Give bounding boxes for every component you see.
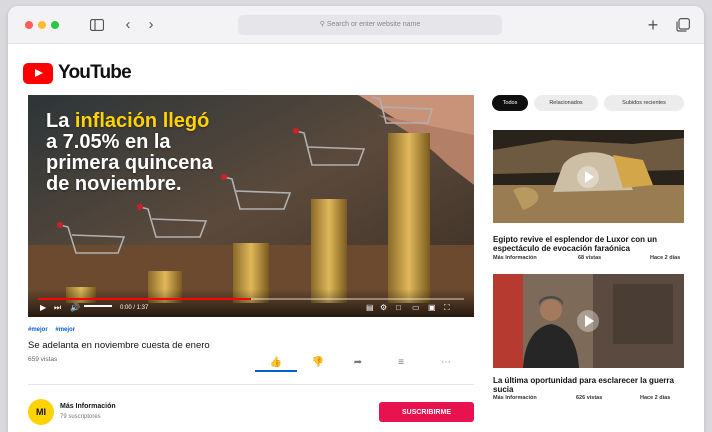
youtube-logo[interactable]: YouTube	[23, 62, 132, 84]
share-icon[interactable]: ➦	[348, 356, 368, 370]
maximize-window-button[interactable]	[51, 21, 59, 29]
back-button[interactable]: ‹	[119, 16, 137, 34]
related-video-age: Hace 2 días	[650, 255, 681, 261]
related-video-thumbnail[interactable]	[493, 130, 684, 223]
like-icon[interactable]: 👍	[266, 356, 286, 370]
cast-icon[interactable]: ▣	[428, 303, 436, 313]
play-icon[interactable]: ▶	[40, 303, 46, 313]
theater-icon[interactable]: ▭	[412, 303, 420, 313]
close-window-button[interactable]	[25, 21, 33, 29]
video-views: 659 vistas	[28, 356, 58, 363]
headline-highlight: inflación llegó	[74, 110, 210, 132]
headline-line: a 7.05% en la	[46, 131, 171, 153]
chip-recent-uploads[interactable]: Subidos recientes	[604, 95, 684, 111]
player-controls: ▶ ⏭ 🔊 0:00 / 1:37 ▤ ⚙ □ ▭ ▣ ⛶	[28, 289, 474, 317]
related-video-channel: Más Información	[493, 255, 537, 261]
miniplayer-icon[interactable]: □	[396, 303, 401, 313]
more-actions-icon[interactable]: ⋯	[436, 356, 456, 370]
related-video-channel: Más Información	[493, 395, 537, 401]
browser-window: ‹ › ⚲ Search or enter website name + You…	[8, 6, 704, 432]
video-hashtags: #mejor #mejor	[28, 327, 81, 333]
forward-button[interactable]: ›	[142, 16, 160, 34]
browser-toolbar: ‹ › ⚲ Search or enter website name +	[8, 6, 704, 44]
subscribe-button[interactable]: SUSCRIBIRME	[379, 402, 474, 422]
progress-played	[38, 298, 251, 300]
captions-icon[interactable]: ▤	[366, 303, 374, 313]
youtube-play-icon	[23, 62, 53, 84]
channel-subscribers: 79 suscriptores	[60, 414, 101, 420]
active-action-indicator	[255, 370, 297, 372]
related-video-views: 626 vistas	[576, 395, 603, 401]
related-video-title[interactable]: La última oportunidad para esclarecer la…	[493, 376, 688, 394]
headline-line: primera quincena	[46, 152, 213, 174]
volume-icon[interactable]: 🔊	[70, 303, 80, 313]
chip-related[interactable]: Relacionados	[534, 95, 598, 111]
tab-overview-icon[interactable]	[674, 16, 692, 34]
play-icon[interactable]	[577, 310, 599, 332]
fullscreen-icon[interactable]: ⛶	[444, 303, 450, 313]
related-video-age: Hace 2 días	[640, 395, 671, 401]
channel-avatar[interactable]: MI	[28, 399, 54, 425]
sidebar-toggle-icon[interactable]	[88, 16, 106, 34]
volume-slider[interactable]	[84, 305, 112, 307]
time-display: 0:00 / 1:37	[120, 305, 149, 311]
related-video-views: 68 vistas	[578, 255, 602, 261]
dislike-icon[interactable]: 👎	[308, 356, 328, 370]
youtube-logo-text: YouTube	[58, 62, 132, 83]
save-to-playlist-icon[interactable]: ≡	[391, 356, 411, 370]
channel-name[interactable]: Más Información	[60, 403, 116, 410]
settings-icon[interactable]: ⚙	[380, 303, 387, 313]
address-bar[interactable]: ⚲ Search or enter website name	[238, 15, 502, 35]
headline-line: de noviembre.	[46, 173, 182, 195]
chip-all[interactable]: Todos	[492, 95, 528, 111]
play-icon[interactable]	[577, 166, 599, 188]
video-headline-overlay: La inflación llegó a 7.05% en la primera…	[46, 111, 213, 195]
headline-prefix: La	[46, 110, 75, 132]
address-placeholder: Search or enter website name	[326, 21, 421, 28]
search-icon: ⚲	[319, 21, 325, 28]
hashtag-link[interactable]: #mejor	[55, 327, 75, 333]
related-video-thumbnail[interactable]	[493, 274, 684, 368]
video-title: Se adelanta en noviembre cuesta de enero	[28, 340, 210, 351]
minimize-window-button[interactable]	[38, 21, 46, 29]
related-video-title[interactable]: Egipto revive el esplendor de Luxor con …	[493, 235, 688, 253]
new-tab-button[interactable]: +	[644, 16, 662, 34]
progress-bar[interactable]	[38, 298, 464, 300]
video-player[interactable]: La inflación llegó a 7.05% en la primera…	[28, 95, 474, 317]
section-divider	[28, 384, 474, 385]
hashtag-link[interactable]: #mejor	[28, 327, 48, 333]
next-icon[interactable]: ⏭	[54, 303, 61, 313]
